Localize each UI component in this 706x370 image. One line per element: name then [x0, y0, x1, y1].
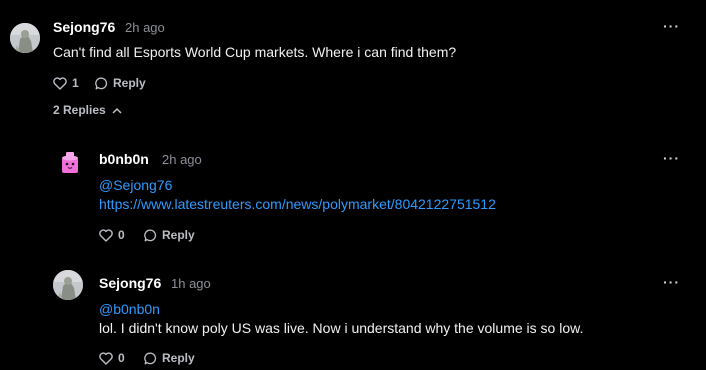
- like-count: 0: [118, 351, 125, 365]
- like-button[interactable]: 0: [99, 228, 125, 242]
- replies-count: 2 Replies: [53, 103, 106, 117]
- chat-bubble-icon: [144, 229, 157, 242]
- url-link[interactable]: https://www.latestreuters.com/news/polym…: [99, 196, 496, 212]
- reply-label: Reply: [113, 76, 146, 90]
- heart-icon: [99, 228, 113, 242]
- avatar-image: [10, 23, 40, 53]
- reply-author[interactable]: Sejong76: [99, 275, 161, 291]
- more-options-button[interactable]: ···: [663, 275, 680, 289]
- cup-avatar-image: [62, 152, 78, 173]
- avatar[interactable]: [55, 148, 85, 178]
- avatar[interactable]: [10, 23, 40, 53]
- mention-link[interactable]: @b0nb0n: [99, 301, 160, 317]
- reply-label: Reply: [162, 351, 195, 365]
- replies-toggle[interactable]: 2 Replies: [53, 103, 122, 117]
- reply-author[interactable]: b0nb0n: [99, 151, 149, 167]
- reply-timestamp: 2h ago: [162, 152, 202, 167]
- comment-author[interactable]: Sejong76: [53, 19, 115, 35]
- comment-timestamp: 2h ago: [125, 20, 165, 35]
- reply-button[interactable]: Reply: [144, 351, 195, 365]
- reply-button[interactable]: Reply: [144, 228, 195, 242]
- more-options-button[interactable]: ···: [663, 151, 680, 165]
- comment: Sejong76 2h ago ··· Can't find all Espor…: [0, 0, 706, 125]
- like-button[interactable]: 1: [53, 76, 79, 90]
- heart-icon: [99, 351, 113, 365]
- comment-text: Can't find all Esports World Cup markets…: [53, 44, 457, 60]
- avatar-image: [53, 270, 83, 300]
- reply-button[interactable]: Reply: [95, 76, 146, 90]
- more-options-button[interactable]: ···: [663, 19, 680, 33]
- like-count: 0: [118, 228, 125, 242]
- avatar[interactable]: [53, 270, 83, 300]
- reply-timestamp: 1h ago: [171, 276, 211, 291]
- chevron-up-icon: [112, 103, 122, 117]
- reply: Sejong76 1h ago ··· @b0nb0n lol. I didn'…: [0, 264, 706, 370]
- chat-bubble-icon: [95, 77, 108, 90]
- reply: b0nb0n 2h ago ··· @Sejong76 https://www.…: [0, 140, 706, 250]
- mention-link[interactable]: @Sejong76: [99, 177, 172, 193]
- heart-icon: [53, 76, 67, 90]
- reply-text: lol. I didn't know poly US was live. Now…: [99, 320, 584, 336]
- like-button[interactable]: 0: [99, 351, 125, 365]
- reply-label: Reply: [162, 228, 195, 242]
- like-count: 1: [72, 76, 79, 90]
- chat-bubble-icon: [144, 352, 157, 365]
